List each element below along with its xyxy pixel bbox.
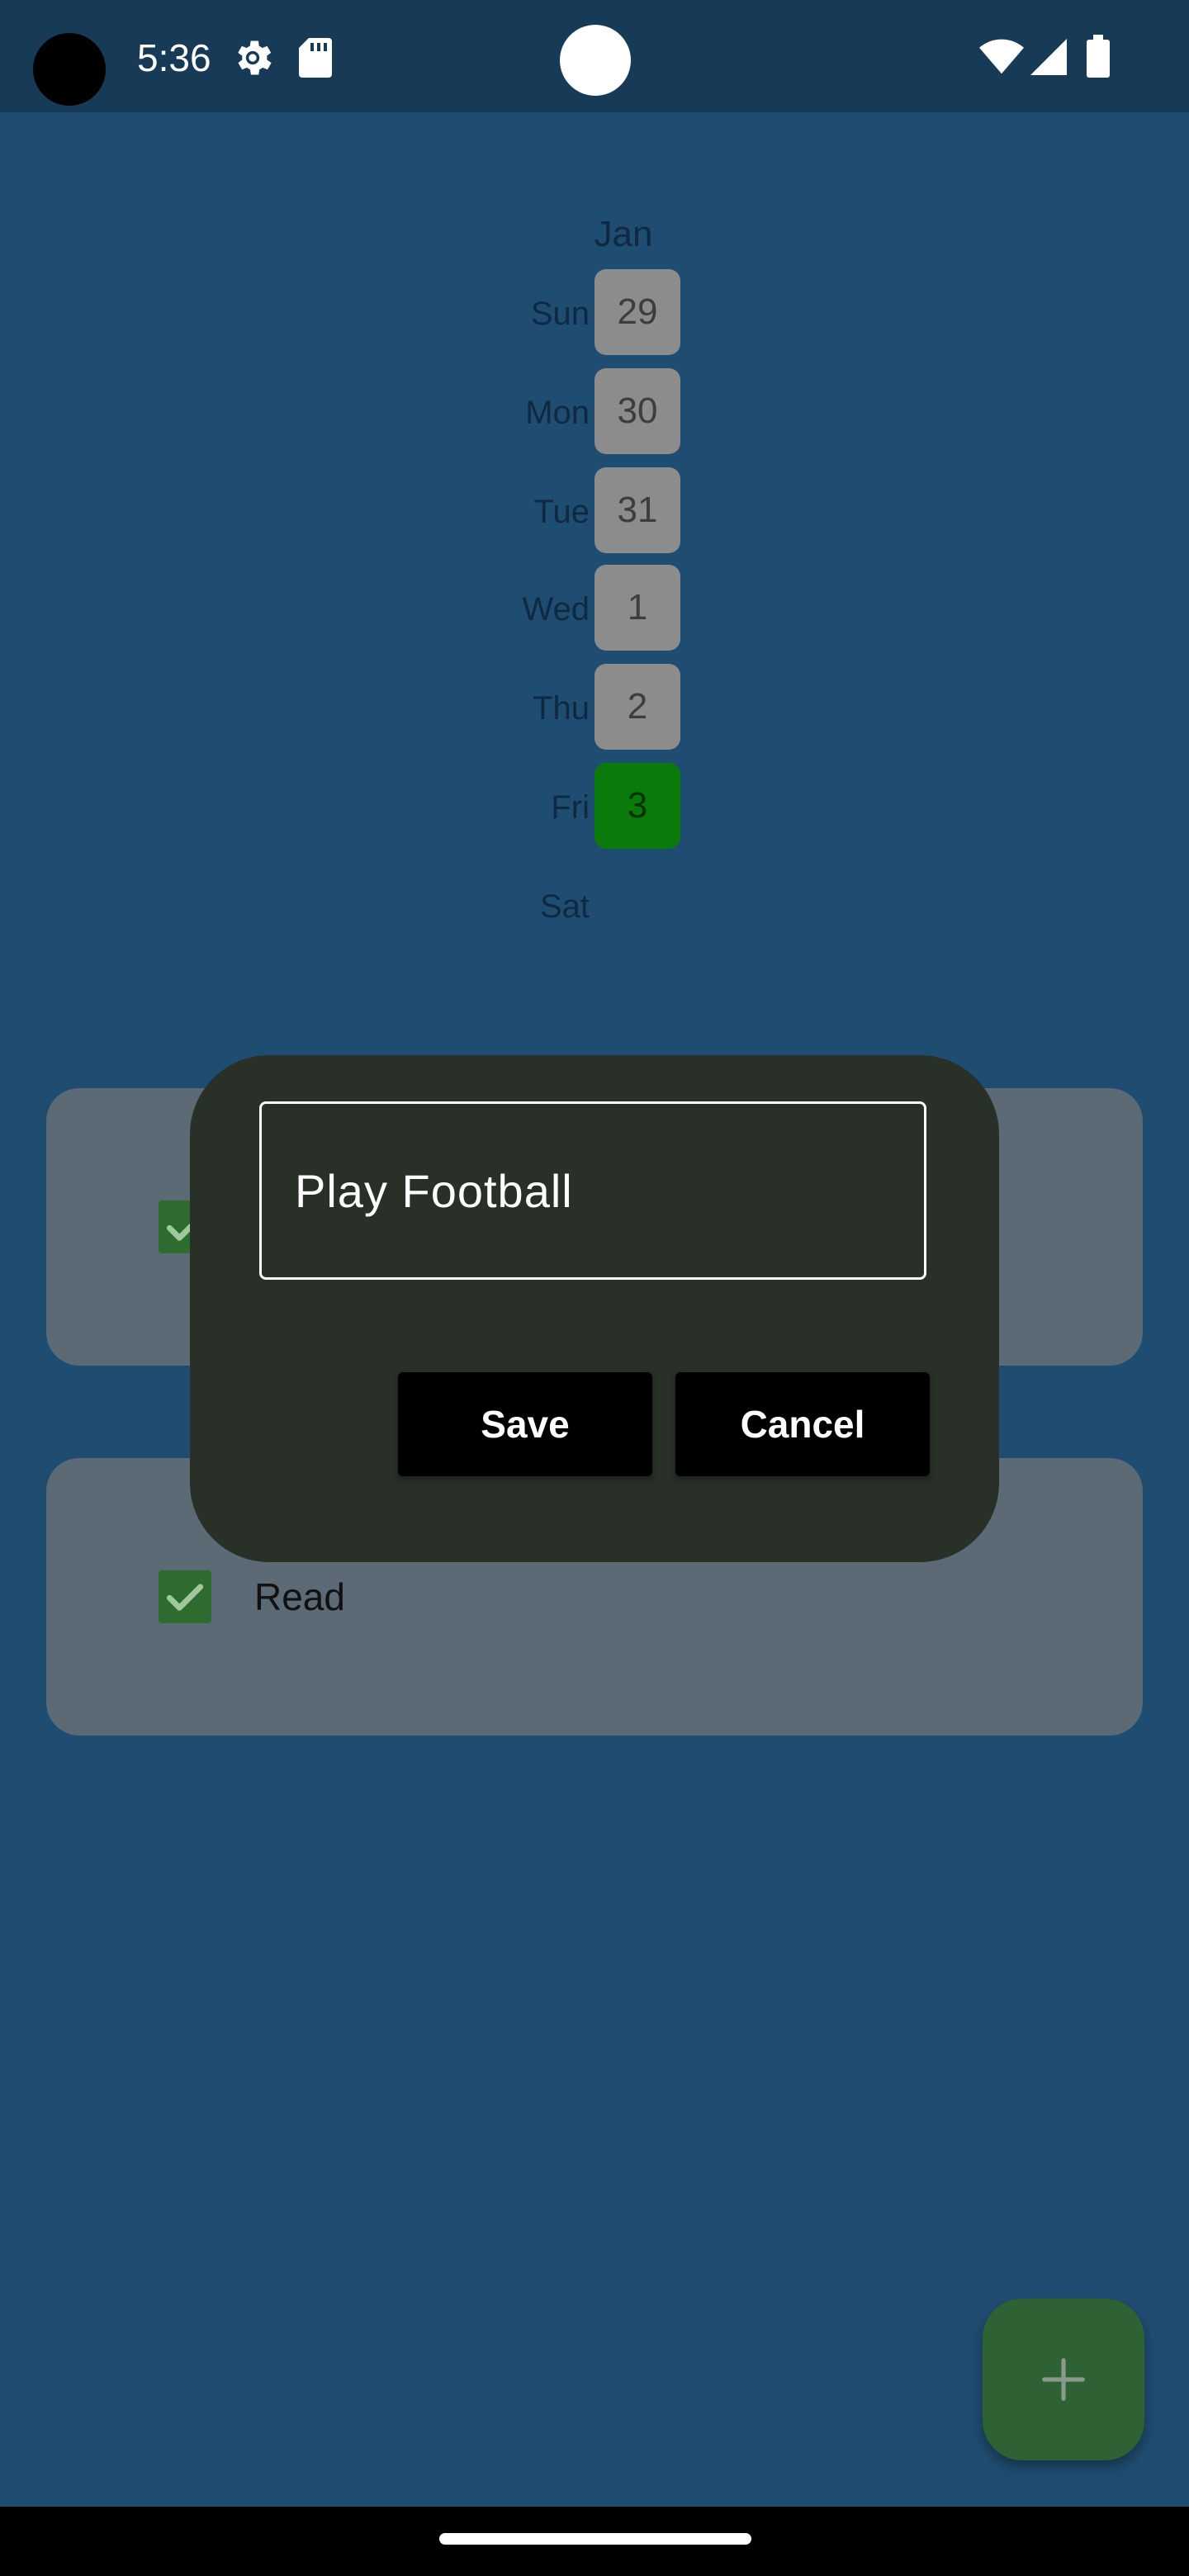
battery-icon: [1087, 35, 1110, 78]
weekday-mon: Mon: [525, 395, 590, 431]
weekday-fri: Fri: [551, 789, 590, 826]
day-30[interactable]: 30: [594, 368, 680, 454]
weekday-sat: Sat: [539, 888, 590, 925]
weekday-sun: Sun: [530, 296, 590, 332]
weekday-thu: Thu: [533, 690, 590, 727]
add-task-fab[interactable]: [983, 2299, 1144, 2460]
weekday-wed: Wed: [522, 591, 590, 627]
day-2[interactable]: 2: [594, 664, 680, 750]
day-3-selected[interactable]: 3: [594, 763, 680, 849]
home-indicator[interactable]: [439, 2533, 751, 2545]
day-1[interactable]: 1: [594, 565, 680, 651]
status-time: 5:36: [137, 36, 211, 79]
check-icon: [166, 1584, 204, 1611]
camera-cutout: [33, 33, 106, 106]
day-29[interactable]: 29: [594, 269, 680, 355]
settings-icon: [230, 35, 276, 81]
cancel-button[interactable]: Cancel: [675, 1372, 930, 1476]
task-label: Read: [254, 1575, 345, 1618]
edit-task-dialog: Save Cancel: [190, 1055, 999, 1562]
notification-dot: [560, 25, 631, 96]
wifi-icon: [979, 38, 1024, 76]
task-checkbox[interactable]: [159, 1570, 211, 1623]
sd-card-icon: [297, 36, 334, 79]
task-name-input[interactable]: [259, 1101, 926, 1280]
day-31[interactable]: 31: [594, 467, 680, 553]
signal-icon: [1030, 38, 1067, 76]
plus-icon: [1042, 2358, 1085, 2401]
month-label: Jan: [594, 214, 653, 254]
save-button[interactable]: Save: [398, 1372, 652, 1476]
weekday-tue: Tue: [533, 494, 590, 530]
